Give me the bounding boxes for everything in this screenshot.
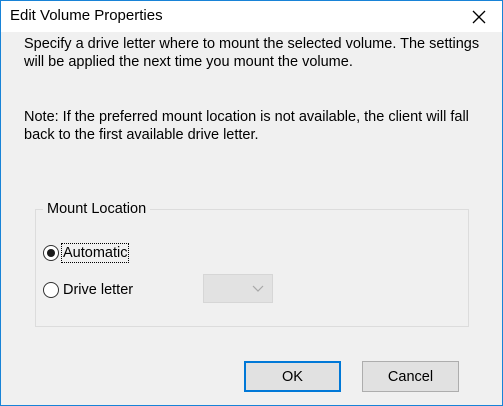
mount-location-group [35, 209, 469, 327]
mount-location-label: Mount Location [43, 200, 151, 218]
drive-letter-select[interactable] [203, 274, 273, 303]
chevron-down-icon [252, 285, 264, 292]
note-text: Note: If the preferred mount location is… [24, 109, 469, 143]
dialog-window: Edit Volume Properties Specify a drive l… [0, 0, 503, 406]
radio-drive-letter-indicator[interactable] [43, 282, 59, 298]
radio-automatic-label[interactable]: Automatic [60, 243, 130, 263]
description-text: Specify a drive letter where to mount th… [24, 36, 480, 70]
title-bar: Edit Volume Properties [1, 1, 502, 32]
cancel-button[interactable]: Cancel [362, 361, 459, 392]
close-button[interactable] [456, 1, 502, 32]
radio-drive-letter-label[interactable]: Drive letter [62, 281, 134, 299]
radio-automatic-indicator[interactable] [43, 245, 59, 261]
close-icon [472, 10, 486, 23]
radio-drive-letter[interactable]: Drive letter [43, 281, 134, 299]
dialog-title: Edit Volume Properties [10, 7, 163, 24]
ok-button[interactable]: OK [244, 361, 341, 392]
radio-automatic[interactable]: Automatic [43, 243, 130, 263]
